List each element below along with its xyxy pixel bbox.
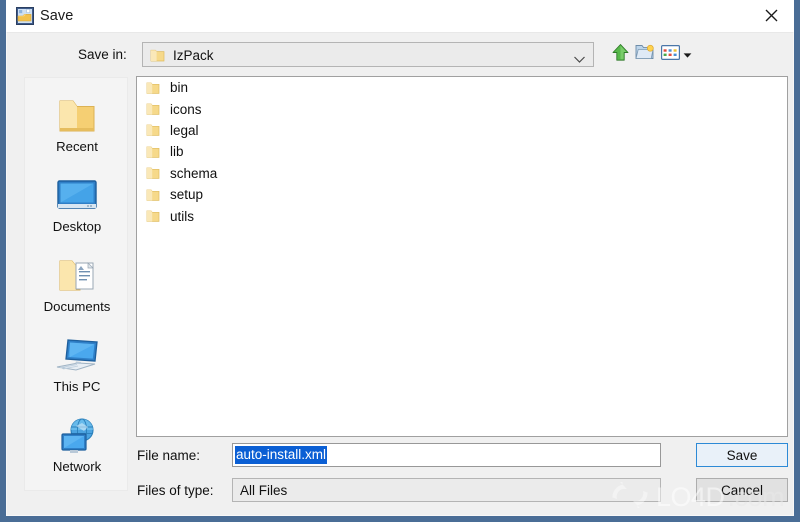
monitor-icon bbox=[25, 174, 129, 218]
list-item[interactable]: bin bbox=[137, 77, 787, 98]
computer-icon bbox=[25, 334, 129, 378]
new-folder-button[interactable] bbox=[633, 42, 657, 67]
save-in-value: IzPack bbox=[173, 48, 214, 63]
up-arrow-icon bbox=[611, 43, 630, 67]
save-dialog-window: Save Save in: IzPack Recent Desktop Docu… bbox=[0, 0, 800, 522]
network-globe-icon bbox=[25, 414, 129, 458]
file-name-label: File name: bbox=[137, 448, 201, 463]
folder-icon bbox=[150, 48, 165, 68]
save-in-label: Save in: bbox=[78, 47, 127, 62]
close-icon bbox=[765, 9, 778, 22]
sidebar-item-documents[interactable]: Documents bbox=[25, 254, 129, 314]
folder-icon bbox=[146, 102, 168, 116]
close-button[interactable] bbox=[748, 0, 794, 31]
list-item[interactable]: schema bbox=[137, 163, 787, 184]
folder-icon bbox=[146, 123, 168, 137]
sidebar-item-network[interactable]: Network bbox=[25, 414, 129, 474]
list-item[interactable]: setup bbox=[137, 184, 787, 205]
file-name: bin bbox=[170, 80, 189, 96]
folder-icon bbox=[146, 209, 168, 223]
files-of-type-label: Files of type: bbox=[137, 483, 214, 498]
folder-icon bbox=[146, 166, 168, 180]
sidebar-item-label: Documents bbox=[43, 299, 111, 314]
files-of-type-value: All Files bbox=[240, 483, 288, 498]
file-list[interactable]: bin icons legal lib schema setup utils bbox=[136, 76, 788, 437]
view-list-icon bbox=[660, 44, 680, 66]
file-name: lib bbox=[170, 144, 184, 160]
window-title: Save bbox=[40, 8, 74, 24]
file-name-value: auto-install.xml bbox=[235, 446, 328, 464]
title-bar: Save bbox=[6, 0, 794, 33]
folder-icon bbox=[25, 94, 129, 138]
documents-folder-icon bbox=[25, 254, 129, 298]
files-of-type-combobox[interactable]: All Files bbox=[232, 478, 661, 502]
sidebar-item-this-pc[interactable]: This PC bbox=[25, 334, 129, 394]
file-name: setup bbox=[170, 187, 204, 203]
folder-icon bbox=[146, 81, 168, 95]
file-name: schema bbox=[170, 165, 218, 181]
sidebar-item-recent[interactable]: Recent bbox=[25, 94, 129, 154]
folder-icon bbox=[146, 188, 168, 202]
list-item[interactable]: lib bbox=[137, 141, 787, 162]
new-folder-icon bbox=[635, 43, 655, 66]
save-dialog-icon bbox=[16, 7, 34, 25]
sidebar-item-label: Network bbox=[52, 459, 102, 474]
folder-icon bbox=[146, 145, 168, 159]
file-name: utils bbox=[170, 208, 195, 224]
save-in-combobox[interactable]: IzPack bbox=[142, 42, 594, 67]
view-menu-button[interactable] bbox=[659, 42, 693, 67]
file-name-input[interactable]: auto-install.xml bbox=[232, 443, 661, 467]
list-item[interactable]: utils bbox=[137, 205, 787, 226]
file-name: legal bbox=[170, 122, 199, 138]
list-item[interactable]: legal bbox=[137, 120, 787, 141]
chevron-down-icon[interactable] bbox=[683, 46, 692, 64]
sidebar-item-desktop[interactable]: Desktop bbox=[25, 174, 129, 234]
places-sidebar: Recent Desktop Documents This PC Network bbox=[24, 77, 128, 491]
sidebar-item-label: Recent bbox=[56, 139, 98, 154]
save-button[interactable]: Save bbox=[696, 443, 788, 467]
list-item[interactable]: icons bbox=[137, 98, 787, 119]
up-one-level-button[interactable] bbox=[608, 42, 632, 67]
chevron-down-icon[interactable] bbox=[573, 51, 586, 69]
sidebar-item-label: Desktop bbox=[52, 219, 102, 234]
file-name: icons bbox=[170, 101, 202, 117]
cancel-button[interactable]: Cancel bbox=[696, 478, 788, 502]
sidebar-item-label: This PC bbox=[53, 379, 101, 394]
